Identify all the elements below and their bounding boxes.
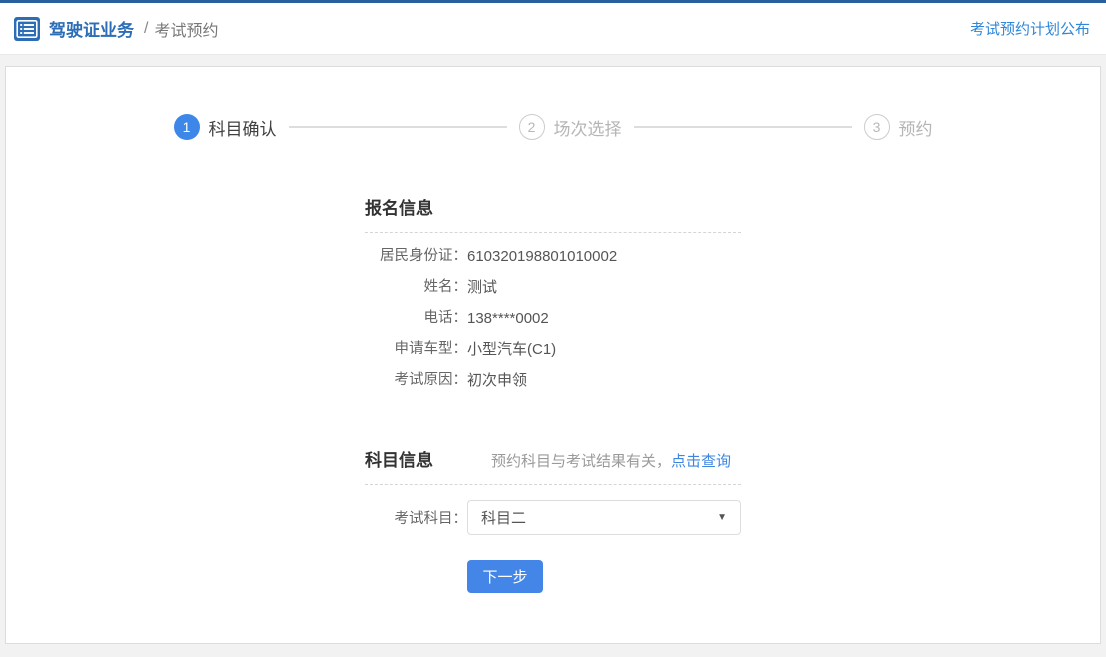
vehicle-type-value: 小型汽车(C1) [467,342,556,357]
header-bar: 驾驶证业务 / 考试预约 考试预约计划公布 [0,3,1106,55]
exam-subject-field: 考试科目： 科目二 ▼ [365,500,741,535]
wizard-stepper: 1 科目确认 2 场次选择 3 预约 [6,67,1100,140]
stepper-step-subject-confirm: 1 科目确认 [174,114,277,140]
subject-note: 预约科目与考试结果有关，点击查询 [491,450,731,471]
field-label: 居民身份证： [365,249,467,264]
step-3-label: 预约 [899,115,933,140]
step-1-label: 科目确认 [209,115,277,140]
stepper-connector [634,126,852,128]
field-row-exam-reason: 考试原因： 初次申领 [365,373,741,388]
dropdown-arrow-icon: ▼ [717,512,727,523]
stepper-step-appointment: 3 预约 [864,114,933,140]
button-row: 下一步 [365,560,741,593]
subject-title: 科目信息 [365,446,433,471]
exam-subject-select[interactable]: 科目二 ▼ [467,500,741,535]
phone-value: 138****0002 [467,311,549,326]
id-number-value: 610320198801010002 [467,249,617,264]
field-label: 申请车型： [365,342,467,357]
stepper-connector [289,126,507,128]
field-label: 考试原因： [365,373,467,388]
field-row-name: 姓名： 测试 [365,280,741,295]
name-value: 测试 [467,280,497,295]
breadcrumb-separator: / [144,20,148,38]
breadcrumb: 驾驶证业务 / 考试预约 [14,16,218,41]
subject-section-header: 科目信息 预约科目与考试结果有关，点击查询 [365,446,741,485]
field-label: 电话： [365,311,467,326]
registration-title: 报名信息 [365,194,433,219]
step-1-badge: 1 [174,114,200,140]
field-label: 姓名： [365,280,467,295]
list-form-icon [14,17,40,41]
step-2-label: 场次选择 [554,115,622,140]
brand-link[interactable]: 驾驶证业务 [49,16,134,41]
field-row-phone: 电话： 138****0002 [365,311,741,326]
registration-section-header: 报名信息 [365,194,741,233]
field-row-vehicle-type: 申请车型： 小型汽车(C1) [365,342,741,357]
next-step-button[interactable]: 下一步 [467,560,543,593]
exam-plan-link[interactable]: 考试预约计划公布 [970,18,1090,39]
subject-note-text: 预约科目与考试结果有关， [491,453,671,470]
exam-reason-value: 初次申领 [467,373,527,388]
form-column: 报名信息 居民身份证： 610320198801010002 姓名： 测试 电话… [365,194,741,593]
step-2-badge: 2 [519,114,545,140]
exam-subject-label: 考试科目： [365,507,467,528]
subject-section: 科目信息 预约科目与考试结果有关，点击查询 考试科目： 科目二 ▼ 下一步 [365,446,741,593]
field-row-id-number: 居民身份证： 610320198801010002 [365,249,741,264]
main-panel: 1 科目确认 2 场次选择 3 预约 报名信息 居民身份证： 610320198… [5,66,1101,644]
selected-subject: 科目二 [481,507,526,528]
query-results-link[interactable]: 点击查询 [671,453,731,470]
step-3-badge: 3 [864,114,890,140]
breadcrumb-current-page: 考试预约 [154,17,218,41]
stepper-step-session-select: 2 场次选择 [519,114,622,140]
